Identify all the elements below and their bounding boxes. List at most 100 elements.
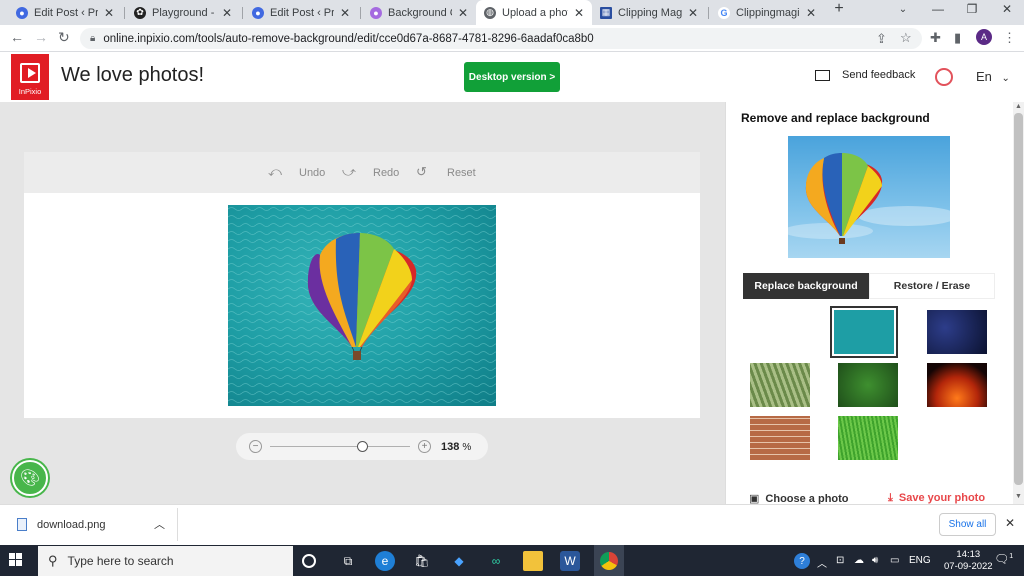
url-text: online.inpixio.com/tools/auto-remove-bac… (103, 32, 594, 45)
new-tab-icon[interactable]: + (828, 0, 850, 18)
download-item[interactable]: download.png (17, 518, 106, 531)
volume-icon[interactable]: 🔊︎ (872, 555, 878, 566)
address-bar[interactable]: 🔒︎ online.inpixio.com/tools/auto-remove-… (80, 28, 922, 49)
taskbar-clock[interactable]: 14:13 07-09-2022 (944, 549, 993, 573)
taskbar-search-box[interactable]: ⚲ Type here to search (38, 546, 293, 576)
zoom-slider-handle[interactable] (356, 441, 368, 452)
close-tab-icon[interactable]: ✕ (104, 6, 114, 20)
dropbox-icon[interactable]: ◆ (449, 551, 469, 571)
palette-icon[interactable]: 🎨︎ (12, 460, 48, 496)
back-icon[interactable]: ← (10, 29, 24, 45)
send-feedback-link[interactable]: Send feedback (815, 69, 915, 81)
inpixio-logo[interactable]: InPixio (11, 54, 49, 100)
browser-tab-active[interactable]: ◍ Upload a photo ✕ (476, 0, 592, 25)
scroll-up-icon[interactable]: ▲ (1015, 103, 1022, 110)
language-selector[interactable]: En ⌄ (976, 69, 1010, 84)
windows-start-icon[interactable] (9, 553, 23, 567)
browser-tab[interactable]: ✿ Playground - Ope ✕ (126, 0, 240, 25)
hot-air-balloon-over-sea-image (228, 205, 496, 406)
redo-icon[interactable]: ⤻ (342, 164, 356, 180)
profile-avatar[interactable]: A (976, 29, 992, 45)
tab-title: Background Cha (388, 6, 452, 19)
play-logo-icon (20, 63, 40, 83)
close-tab-icon[interactable]: ✕ (458, 6, 468, 20)
close-tab-icon[interactable]: ✕ (340, 6, 350, 20)
word-icon[interactable]: W (560, 551, 580, 571)
desktop-version-button[interactable]: Desktop version > (464, 62, 560, 92)
microsoft-store-icon[interactable]: 🛍︎ (412, 551, 432, 571)
chrome-taskbar-button[interactable] (594, 545, 624, 576)
browser-tab[interactable]: ● Background Cha ✕ (362, 0, 476, 25)
notifications-icon[interactable]: 🗨︎1 (994, 552, 1013, 566)
input-language[interactable]: ENG (909, 555, 931, 566)
zoom-out-button[interactable]: − (249, 440, 262, 453)
close-shelf-icon[interactable]: ✕ (1005, 516, 1015, 530)
edge-browser-icon[interactable]: e (375, 551, 395, 571)
bookmark-star-icon[interactable]: ☆ (900, 30, 912, 46)
browser-tab[interactable]: ● Edit Post ‹ Predis ✕ (244, 0, 358, 25)
tab-replace-background[interactable]: Replace background (743, 273, 869, 299)
reset-icon[interactable]: ↺ (416, 164, 427, 180)
show-all-button[interactable]: Show all (939, 513, 996, 536)
restore-window-icon[interactable]: ❐ (961, 2, 983, 16)
close-window-icon[interactable]: ✕ (996, 2, 1018, 16)
edited-photo[interactable] (228, 205, 496, 406)
reload-icon[interactable]: ↻ (58, 29, 70, 46)
browser-menu-icon[interactable]: ⋮ (1003, 30, 1016, 46)
background-option-grass[interactable] (838, 416, 898, 460)
task-view-icon[interactable]: ⧉ (338, 551, 358, 571)
background-option-palm-leaves[interactable] (750, 363, 810, 407)
profile-initial: A (980, 32, 987, 42)
background-option-night-sky[interactable] (927, 310, 987, 354)
reset-button[interactable]: Reset (447, 167, 476, 179)
close-tab-icon[interactable]: ✕ (222, 6, 232, 20)
close-tab-icon[interactable]: ✕ (688, 6, 698, 20)
side-panel-icon[interactable]: ▮ (954, 30, 961, 46)
tab-search-icon[interactable]: ⌄ (892, 4, 914, 15)
tab-restore-erase[interactable]: Restore / Erase (869, 273, 995, 299)
tab-title: Edit Post ‹ Predis (34, 6, 98, 19)
infinity-app-icon[interactable]: ∞ (486, 551, 506, 571)
forward-icon[interactable]: → (34, 29, 48, 45)
tray-overflow-icon[interactable]: ︿ (817, 555, 827, 570)
browser-tab[interactable]: ▦ Clipping Magic ✕ (592, 0, 706, 25)
chrome-icon (600, 551, 618, 570)
chevron-down-icon: ⌄ (1001, 73, 1010, 84)
cortana-icon[interactable] (302, 554, 316, 568)
help-icon[interactable]: ? (794, 553, 810, 569)
user-account-icon[interactable] (935, 68, 953, 86)
zoom-slider-track[interactable] (270, 446, 410, 447)
background-option-white[interactable] (750, 310, 810, 354)
sidebar-scrollbar-thumb[interactable] (1014, 113, 1023, 485)
background-option-green-leaves[interactable] (838, 363, 898, 407)
network-icon[interactable]: ⊡ (836, 555, 844, 566)
clock-time: 14:13 (956, 549, 981, 560)
tab-separator (124, 7, 125, 19)
browser-tab[interactable]: ● Edit Post ‹ Predis ✕ (8, 0, 122, 25)
extensions-icon[interactable]: ✚ (930, 30, 941, 46)
close-tab-icon[interactable]: ✕ (806, 6, 816, 20)
edit-toolbar (24, 152, 700, 193)
browser-tab[interactable]: G Clippingmagic lo ✕ (710, 0, 824, 25)
cloud-icon[interactable]: ☁ (854, 555, 864, 566)
close-tab-icon[interactable]: ✕ (574, 6, 584, 20)
tab-title: Clippingmagic lo (736, 6, 800, 19)
background-option-fire[interactable] (927, 363, 987, 407)
clock-date: 07-09-2022 (944, 561, 993, 572)
search-icon: ⚲ (48, 553, 58, 568)
share-icon[interactable]: ⇪ (876, 31, 887, 47)
file-explorer-icon[interactable] (523, 551, 543, 571)
background-option-original[interactable] (830, 306, 898, 358)
send-feedback-label: Send feedback (842, 69, 916, 81)
redo-button[interactable]: Redo (373, 167, 399, 179)
undo-button[interactable]: Undo (299, 167, 325, 179)
scroll-down-icon[interactable]: ▼ (1015, 493, 1022, 500)
logo-text: InPixio (18, 87, 42, 96)
undo-icon[interactable]: ⤺ (268, 164, 282, 180)
chevron-up-icon[interactable]: ︿ (154, 516, 165, 532)
background-option-brick-wall[interactable] (750, 416, 810, 460)
zoom-in-button[interactable]: + (418, 440, 431, 453)
minimize-icon[interactable]: — (927, 2, 949, 16)
shelf-divider (177, 508, 178, 541)
battery-icon[interactable]: ▭ (890, 555, 899, 566)
